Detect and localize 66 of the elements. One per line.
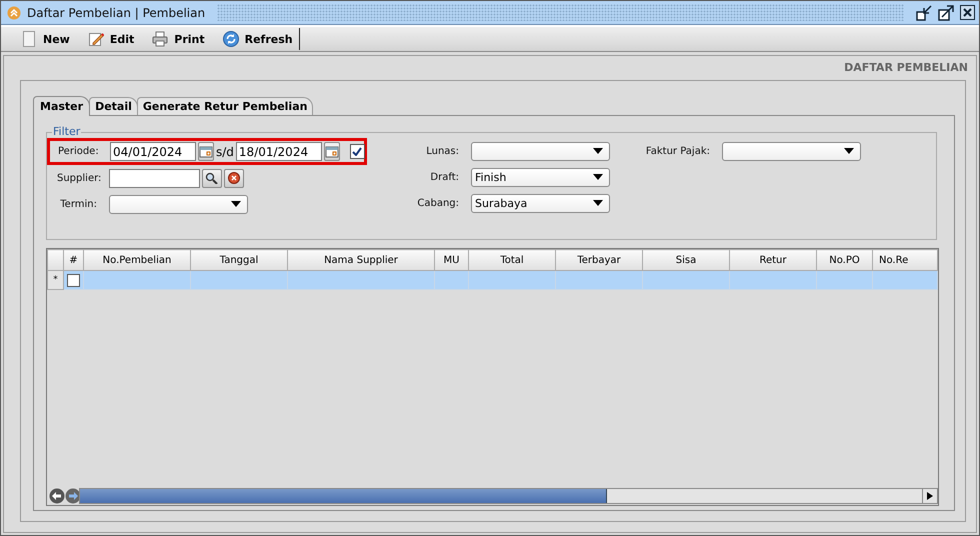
group-title: Filter (52, 125, 82, 138)
checkmark-icon (352, 147, 362, 156)
field-label: Periode: (58, 146, 100, 157)
dropdown-arrow-icon (593, 200, 603, 206)
column-header[interactable]: # (64, 250, 84, 270)
branch-dropdown[interactable]: Surabaya (471, 194, 610, 212)
maximize-icon[interactable] (938, 4, 954, 20)
toolbar-button[interactable]: Print (148, 28, 219, 50)
column-header[interactable]: Nama Supplier (288, 250, 434, 270)
column-header[interactable]: No.PO (816, 250, 872, 270)
field-label: Cabang: (416, 198, 460, 208)
toolbar-button[interactable]: Refresh (218, 28, 300, 50)
horizontal-scrollbar[interactable] (79, 488, 938, 504)
restore-icon[interactable] (916, 4, 932, 20)
column-header[interactable]: No.Re (872, 250, 938, 270)
supplier-field[interactable] (109, 168, 200, 188)
column-header[interactable]: Retur (730, 250, 816, 270)
magnifier-button[interactable] (202, 168, 222, 188)
row-marker: * (48, 270, 64, 290)
lunas-dropdown[interactable] (471, 142, 610, 160)
column-header[interactable]: Terbayar (556, 250, 642, 270)
dropdown-arrow-icon (593, 148, 603, 154)
column-header[interactable]: Total (468, 250, 556, 270)
dropdown-arrow-icon (844, 148, 854, 154)
field-label: Lunas: (425, 146, 460, 156)
tab[interactable]: Generate Retur Pembelian (136, 97, 314, 115)
app-icon (7, 6, 21, 20)
calendar-button[interactable] (198, 142, 214, 161)
scroll-right-icon[interactable] (927, 492, 933, 500)
calendar-icon (324, 146, 339, 158)
checkbox[interactable] (67, 274, 80, 286)
range-separator: s/d (216, 144, 234, 158)
calendar-button[interactable] (324, 142, 340, 161)
tab[interactable]: Master (33, 96, 90, 116)
field-label: Faktur Pajak: (645, 146, 711, 156)
date-field[interactable]: 18/01/2024 (236, 142, 322, 161)
toolbar-button[interactable]: Edit (84, 28, 148, 50)
table-row[interactable]: * (48, 270, 938, 290)
field-label: Supplier: (57, 172, 102, 184)
column-header[interactable]: Sisa (642, 250, 730, 270)
window-title: Daftar Pembelian | Pembelian (27, 6, 206, 20)
dropdown-arrow-icon (231, 201, 241, 207)
toolbar-button[interactable]: New (17, 28, 84, 50)
column-header[interactable]: No.Pembelian (84, 250, 190, 270)
page-icon (21, 31, 37, 47)
header-cell (48, 250, 64, 270)
date-field[interactable]: 04/01/2024 (110, 142, 196, 161)
printer-icon (152, 31, 168, 47)
pencil-icon (88, 31, 104, 47)
field-label: Draft: (429, 172, 460, 182)
close-icon[interactable] (960, 5, 975, 20)
clear-button[interactable] (224, 168, 244, 188)
column-header[interactable]: MU (434, 250, 468, 270)
tab[interactable]: Detail (89, 97, 138, 115)
page-heading: DAFTAR PEMBELIAN (844, 61, 968, 74)
tax-invoice-dropdown[interactable] (722, 142, 861, 160)
column-header[interactable]: Tanggal (190, 250, 288, 270)
clear-icon (227, 172, 241, 184)
draft-dropdown[interactable]: Finish (471, 168, 610, 186)
calendar-icon (199, 146, 213, 158)
checkbox[interactable] (350, 144, 365, 159)
dropdown-arrow-icon (593, 174, 603, 180)
termin-dropdown[interactable] (109, 194, 248, 214)
field-label: Termin: (59, 198, 98, 210)
refresh-icon (222, 31, 239, 47)
magnifier-icon (205, 172, 219, 184)
